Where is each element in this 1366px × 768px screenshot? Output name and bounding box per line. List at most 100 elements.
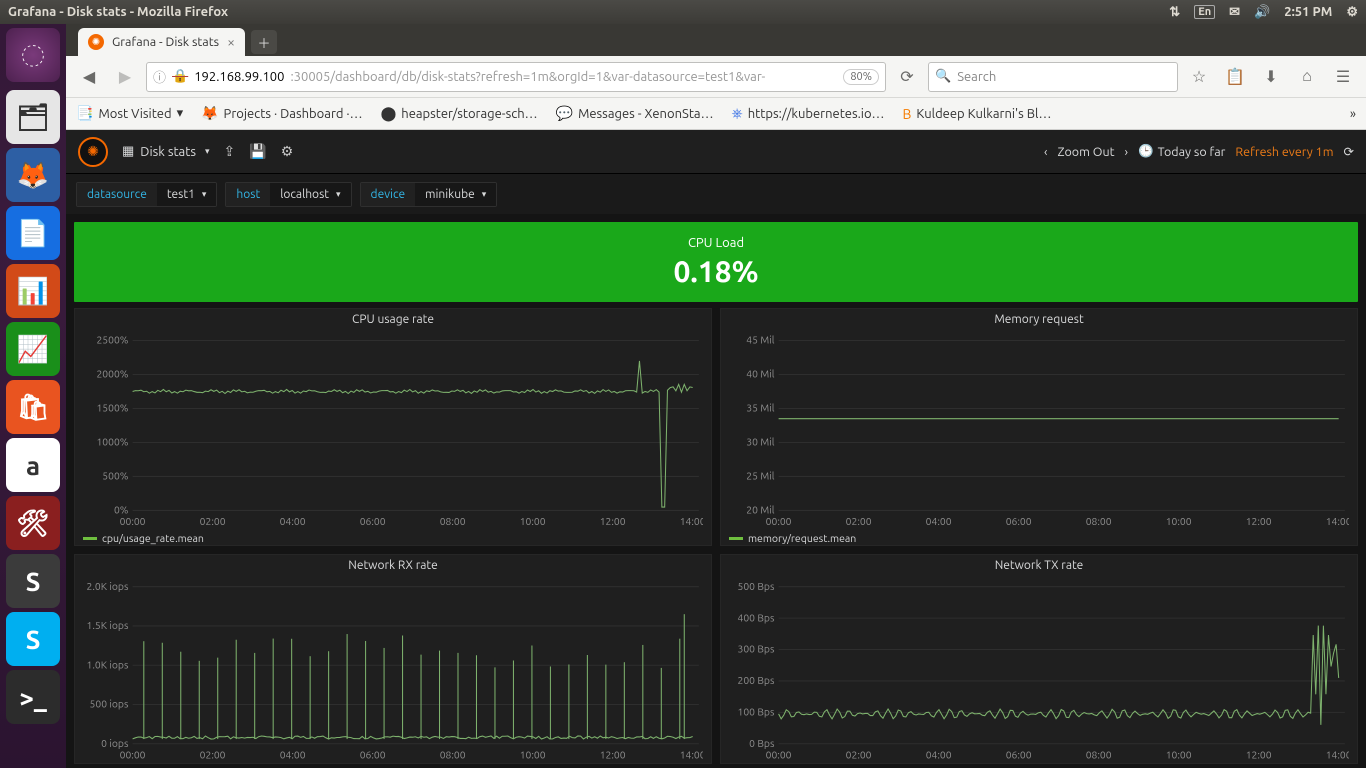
bookmark-item[interactable]: 📑Most Visited▾ <box>76 105 183 122</box>
variable-device[interactable]: deviceminikube ▾ <box>360 182 498 207</box>
plot-area: 20 Mil25 Mil30 Mil35 Mil40 Mil45 Mil00:0… <box>729 330 1349 529</box>
launcher-amazon[interactable]: a <box>6 438 60 492</box>
panel-title: Memory request <box>721 309 1357 328</box>
volume-icon[interactable]: 🔊 <box>1254 5 1270 20</box>
variable-datasource[interactable]: datasourcetest1 ▾ <box>76 182 217 207</box>
bookmark-label: Most Visited <box>98 107 171 121</box>
variable-value: test1 ▾ <box>157 183 217 206</box>
bookmark-item[interactable]: 💬Messages - XenonSta… <box>556 105 714 122</box>
launcher-impress[interactable]: 📊 <box>6 264 60 318</box>
tab-close-icon[interactable]: × <box>227 34 235 50</box>
zoom-left-icon[interactable]: ‹ <box>1044 145 1048 159</box>
tab-strip: ✺ Grafana - Disk stats × ＋ <box>66 24 1366 56</box>
clock-icon: 🕒 <box>1138 144 1154 159</box>
plot-area: 0%500%1000%1500%2000%2500%00:0002:0004:0… <box>83 330 703 529</box>
keyboard-indicator[interactable]: En <box>1194 5 1215 19</box>
toolbar: ◀ ▶ ⓘ 🔒 192.168.99.100:30005/dashboard/d… <box>66 56 1366 98</box>
launcher-calc[interactable]: 📈 <box>6 322 60 376</box>
clock[interactable]: 2:51 PM <box>1284 5 1332 19</box>
svg-text:02:00: 02:00 <box>846 749 872 761</box>
launcher-sublime[interactable]: S <box>6 554 60 608</box>
zoom-out-button[interactable]: Zoom Out <box>1058 145 1115 159</box>
unity-launcher: ◌ 🗂🦊📄📊📈🛍a🛠SS>_ <box>0 24 66 768</box>
variable-key: host <box>226 183 270 206</box>
grafana-logo-icon[interactable]: ✺ <box>78 137 108 167</box>
search-bar[interactable]: 🔍 Search <box>928 62 1178 92</box>
site-identity-icon[interactable]: ⓘ <box>153 67 166 86</box>
zoom-badge[interactable]: 80% <box>843 69 879 85</box>
dashboard-title: Disk stats <box>140 145 196 159</box>
svg-text:12:00: 12:00 <box>600 749 626 761</box>
svg-text:1.5K iops: 1.5K iops <box>87 619 129 631</box>
svg-text:1500%: 1500% <box>96 402 128 414</box>
bookmark-item[interactable]: 🦊Projects · Dashboard ·… <box>201 105 362 122</box>
bookmark-item[interactable]: BKuldeep Kulkarni's Bl… <box>902 106 1051 122</box>
svg-text:08:00: 08:00 <box>1086 749 1112 761</box>
launcher-writer[interactable]: 📄 <box>6 206 60 260</box>
panel-network-tx[interactable]: Network TX rate 0 Bps100 Bps200 Bps300 B… <box>720 554 1358 764</box>
svg-text:14:00: 14:00 <box>1326 749 1349 761</box>
launcher-files[interactable]: 🗂 <box>6 90 60 144</box>
bookmark-item[interactable]: ⬤heapster/storage-sch… <box>381 105 538 122</box>
bookmark-icon: B <box>902 106 911 122</box>
downloads-icon[interactable]: ⬇ <box>1256 62 1286 92</box>
svg-text:02:00: 02:00 <box>200 515 226 527</box>
svg-text:100 Bps: 100 Bps <box>738 705 775 717</box>
grafana-page: ✺ ▦ Disk stats ▾ ⇪ 💾 ⚙ ‹ Zoom Out › 🕒 To… <box>66 130 1366 768</box>
bookmark-item[interactable]: ⎈https://kubernetes.io… <box>732 105 885 122</box>
launcher-firefox[interactable]: 🦊 <box>6 148 60 202</box>
launcher-settings[interactable]: 🛠 <box>6 496 60 550</box>
home-button[interactable]: ⌂ <box>1292 62 1322 92</box>
save-icon[interactable]: 💾 <box>249 143 266 160</box>
svg-text:00:00: 00:00 <box>120 515 146 527</box>
svg-text:2000%: 2000% <box>96 368 128 380</box>
back-button[interactable]: ◀ <box>74 62 104 92</box>
svg-text:500 Bps: 500 Bps <box>738 580 775 592</box>
clipboard-icon[interactable]: 📋 <box>1220 62 1250 92</box>
new-tab-button[interactable]: ＋ <box>251 30 277 54</box>
svg-text:0 Bps: 0 Bps <box>749 737 775 749</box>
panel-memory-request[interactable]: Memory request 20 Mil25 Mil30 Mil35 Mil4… <box>720 308 1358 546</box>
svg-text:14:00: 14:00 <box>680 515 703 527</box>
svg-text:00:00: 00:00 <box>766 749 792 761</box>
panel-network-rx[interactable]: Network RX rate 0 iops500 iops1.0K iops1… <box>74 554 712 764</box>
firefox-window: ✺ Grafana - Disk stats × ＋ ◀ ▶ ⓘ 🔒 192.1… <box>66 24 1366 768</box>
time-range-button[interactable]: 🕒 Today so far <box>1138 144 1225 159</box>
plot-area: 0 iops500 iops1.0K iops1.5K iops2.0K iop… <box>83 576 703 763</box>
menu-button[interactable]: ☰ <box>1328 62 1358 92</box>
browser-tab[interactable]: ✺ Grafana - Disk stats × <box>78 28 245 56</box>
refresh-icon[interactable]: ⟳ <box>1344 144 1354 159</box>
plot-area: 0 Bps100 Bps200 Bps300 Bps400 Bps500 Bps… <box>729 576 1349 763</box>
zoom-right-icon[interactable]: › <box>1125 145 1129 159</box>
bookmark-icon: 📑 <box>76 105 93 122</box>
svg-text:06:00: 06:00 <box>360 749 386 761</box>
launcher-skype[interactable]: S <box>6 612 60 666</box>
refresh-interval[interactable]: Refresh every 1m <box>1235 145 1333 159</box>
dash-button[interactable]: ◌ <box>6 28 60 82</box>
power-icon[interactable]: ⚙ <box>1346 5 1358 20</box>
share-icon[interactable]: ⇪ <box>224 143 236 160</box>
cpu-load-panel[interactable]: CPU Load 0.18% <box>74 222 1358 302</box>
os-top-bar: Grafana - Disk stats - Mozilla Firefox ⇅… <box>0 0 1366 24</box>
mail-icon[interactable]: ✉ <box>1229 5 1240 20</box>
bookmark-label: heapster/storage-sch… <box>401 107 537 121</box>
system-indicators: ⇅ En ✉ 🔊 2:51 PM ⚙ <box>1169 5 1358 20</box>
svg-text:500 iops: 500 iops <box>90 698 129 710</box>
reload-button[interactable]: ⟳ <box>892 62 922 92</box>
bookmarks-overflow-icon[interactable]: » <box>1350 107 1356 121</box>
network-icon[interactable]: ⇅ <box>1169 5 1180 20</box>
bookmark-label: https://kubernetes.io… <box>748 107 885 121</box>
launcher-software[interactable]: 🛍 <box>6 380 60 434</box>
svg-text:0 iops: 0 iops <box>101 737 129 749</box>
search-placeholder: Search <box>957 70 996 84</box>
settings-icon[interactable]: ⚙ <box>281 143 294 160</box>
bookmark-star-icon[interactable]: ☆ <box>1184 62 1214 92</box>
svg-text:2500%: 2500% <box>96 334 128 346</box>
variable-host[interactable]: hostlocalhost ▾ <box>225 182 351 207</box>
launcher-terminal[interactable]: >_ <box>6 670 60 724</box>
url-bar[interactable]: ⓘ 🔒 192.168.99.100:30005/dashboard/db/di… <box>146 62 886 92</box>
dashboard-picker[interactable]: ▦ Disk stats ▾ <box>122 144 210 159</box>
forward-button[interactable]: ▶ <box>110 62 140 92</box>
svg-text:04:00: 04:00 <box>926 515 952 527</box>
panel-cpu-usage[interactable]: CPU usage rate 0%500%1000%1500%2000%2500… <box>74 308 712 546</box>
